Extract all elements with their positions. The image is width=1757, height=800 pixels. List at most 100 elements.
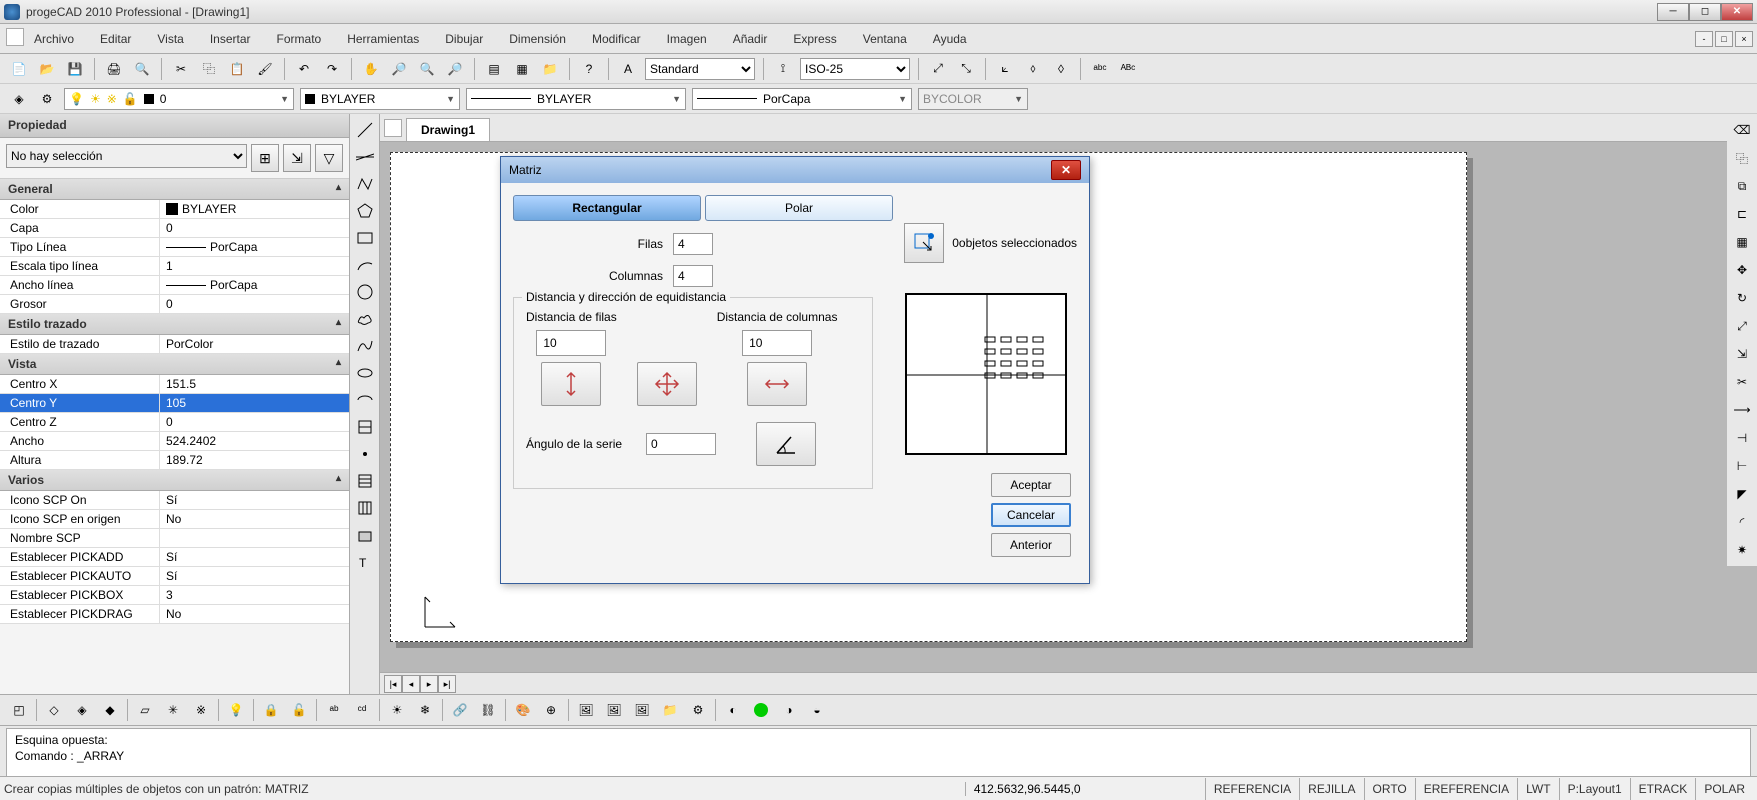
prop-row[interactable]: Escala tipo línea1	[0, 257, 349, 276]
img2-icon[interactable]: 🖼	[603, 699, 625, 721]
prop-row[interactable]: Establecer PICKDRAGNo	[0, 605, 349, 624]
revcloud-icon[interactable]	[353, 307, 377, 331]
copy-icon[interactable]: ⿻	[198, 58, 220, 80]
osnap7-icon[interactable]: ※	[190, 699, 212, 721]
osnap12-icon[interactable]: ᶜᵈ	[351, 699, 373, 721]
properties-list[interactable]: GeneralColorBYLAYERCapa0Tipo LíneaPorCap…	[0, 179, 349, 694]
status-referencia[interactable]: REFERENCIA	[1205, 778, 1299, 800]
stretch-icon[interactable]: ⇲	[1730, 342, 1754, 366]
new-icon[interactable]: 📄	[8, 58, 30, 80]
layerstate-icon[interactable]: ⚙	[36, 88, 58, 110]
erase-icon[interactable]: ⌫	[1730, 118, 1754, 142]
spline-icon[interactable]	[353, 334, 377, 358]
status-layout[interactable]: P:Layout1	[1559, 778, 1630, 800]
paste-icon[interactable]: 📋	[226, 58, 248, 80]
cancel-button[interactable]: Cancelar	[991, 503, 1071, 527]
mdi-close-button[interactable]: ×	[1735, 31, 1753, 47]
color-dropdown[interactable]: BYLAYER ▼	[300, 88, 460, 110]
pline-icon[interactable]	[353, 172, 377, 196]
redo-icon[interactable]: ↷	[321, 58, 343, 80]
offset-icon[interactable]: ⊏	[1730, 202, 1754, 226]
osnap18-icon[interactable]: ⊕	[540, 699, 562, 721]
status-lwt[interactable]: LWT	[1517, 778, 1558, 800]
textstyle-icon[interactable]: A	[617, 58, 639, 80]
layers-icon[interactable]: ◈	[8, 88, 30, 110]
gradient-icon[interactable]	[353, 496, 377, 520]
dim7-icon[interactable]: ᴬᴮᶜ	[1117, 58, 1139, 80]
mdi-restore-button[interactable]: □	[1715, 31, 1733, 47]
menu-editar[interactable]: Editar	[96, 30, 135, 48]
tab-rectangular[interactable]: Rectangular	[513, 195, 701, 221]
plotcolor-dropdown[interactable]: BYCOLOR ▼	[918, 88, 1028, 110]
osnap5-icon[interactable]: ▱	[134, 699, 156, 721]
lineweight-dropdown[interactable]: PorCapa ▼	[692, 88, 912, 110]
open-icon[interactable]: 📂	[36, 58, 58, 80]
minimize-button[interactable]: ─	[1657, 3, 1689, 21]
menu-dibujar[interactable]: Dibujar	[441, 30, 487, 48]
previous-button[interactable]: Anterior	[991, 533, 1071, 557]
dim4-icon[interactable]: ⬨	[1022, 58, 1044, 80]
extend-icon[interactable]: ⟶	[1730, 398, 1754, 422]
zoom-win-icon[interactable]: 🔍	[416, 58, 438, 80]
chamfer-icon[interactable]: ◤	[1730, 482, 1754, 506]
quickselect-button[interactable]: ⇲	[283, 144, 311, 172]
osnap13-icon[interactable]: ☀	[386, 699, 408, 721]
save-icon[interactable]: 💾	[64, 58, 86, 80]
array-icon[interactable]: ▦	[1730, 230, 1754, 254]
join-icon[interactable]: ⊢	[1730, 454, 1754, 478]
explode-icon[interactable]: ✷	[1730, 538, 1754, 562]
mirror-icon[interactable]: ⧉	[1730, 174, 1754, 198]
prop-row[interactable]: Tipo LíneaPorCapa	[0, 238, 349, 257]
dim6-icon[interactable]: ᵃᵇᶜ	[1089, 58, 1111, 80]
render3-icon[interactable]: ◑	[778, 699, 800, 721]
dialog-close-button[interactable]: ✕	[1051, 160, 1081, 180]
zoom-rt-icon[interactable]: 🔎	[388, 58, 410, 80]
prop-row[interactable]: Nombre SCP	[0, 529, 349, 548]
polygon-icon[interactable]	[353, 199, 377, 223]
status-rejilla[interactable]: REJILLA	[1299, 778, 1363, 800]
pickadd-button[interactable]: ⊞	[251, 144, 279, 172]
pick-row-dist-button[interactable]	[541, 362, 601, 406]
properties-icon[interactable]: ▤	[483, 58, 505, 80]
osnap1-icon[interactable]: ◰	[8, 699, 30, 721]
dimstyle-icon[interactable]: ⟟	[772, 58, 794, 80]
help-icon[interactable]: ?	[578, 58, 600, 80]
filas-input[interactable]	[673, 233, 713, 255]
render1-icon[interactable]: ◐	[722, 699, 744, 721]
prop-row[interactable]: Capa0	[0, 219, 349, 238]
status-polar[interactable]: POLAR	[1695, 778, 1753, 800]
img5-icon[interactable]: ⚙	[687, 699, 709, 721]
prop-row[interactable]: Grosor0	[0, 295, 349, 314]
designcenter-icon[interactable]: ▦	[511, 58, 533, 80]
dim3-icon[interactable]: ⟀	[994, 58, 1016, 80]
prop-section-general[interactable]: General	[0, 179, 349, 200]
osnap3-icon[interactable]: ◈	[71, 699, 93, 721]
menu-ventana[interactable]: Ventana	[859, 30, 911, 48]
prop-section-varios[interactable]: Varios	[0, 470, 349, 491]
print-icon[interactable]: 🖨	[103, 58, 125, 80]
prop-row[interactable]: Icono SCP en origenNo	[0, 510, 349, 529]
menu-imagen[interactable]: Imagen	[663, 30, 711, 48]
status-orto[interactable]: ORTO	[1364, 778, 1415, 800]
angle-input[interactable]	[646, 433, 716, 455]
fillet-icon[interactable]: ◜	[1730, 510, 1754, 534]
menu-archivo[interactable]: Archivo	[30, 30, 78, 48]
menu-formato[interactable]: Formato	[273, 30, 326, 48]
osnap10-icon[interactable]: 🔓	[288, 699, 310, 721]
break-icon[interactable]: ⊣	[1730, 426, 1754, 450]
tab-polar[interactable]: Polar	[705, 195, 893, 221]
prop-row[interactable]: Altura189.72	[0, 451, 349, 470]
prop-section-vista[interactable]: Vista	[0, 354, 349, 375]
scale-icon[interactable]: ⤢	[1730, 314, 1754, 338]
tab-prev-button[interactable]: ◂	[402, 675, 420, 693]
text-style-select[interactable]: Standard	[645, 58, 755, 80]
circle-icon[interactable]	[353, 280, 377, 304]
accept-button[interactable]: Aceptar	[991, 473, 1071, 497]
render4-icon[interactable]: ◒	[806, 699, 828, 721]
pick-col-dist-button[interactable]	[747, 362, 807, 406]
menu-insertar[interactable]: Insertar	[206, 30, 255, 48]
text-icon[interactable]: T	[353, 550, 377, 574]
menu-express[interactable]: Express	[789, 30, 840, 48]
render2-icon[interactable]	[750, 699, 772, 721]
prop-row[interactable]: Establecer PICKADDSí	[0, 548, 349, 567]
